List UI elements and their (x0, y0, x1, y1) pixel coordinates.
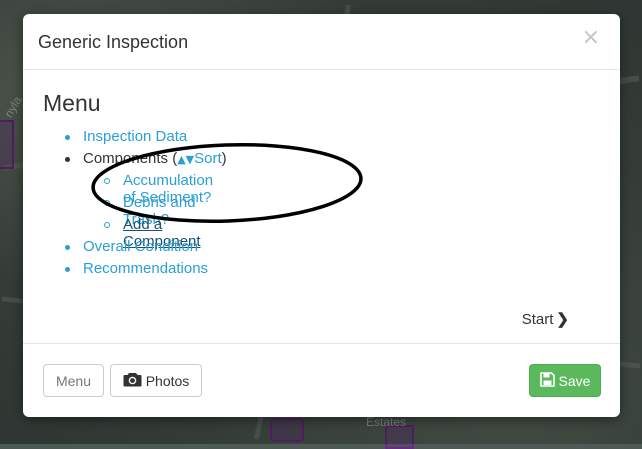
menu-item-overall-condition: Overall Condition (65, 238, 227, 260)
menu-heading: Menu (43, 90, 101, 116)
overall-condition-link[interactable]: Overall Condition (83, 238, 198, 255)
modal-body: Menu Inspection Data Components (▲▼Sort)… (23, 70, 620, 344)
modal-title: Generic Inspection (38, 32, 189, 52)
save-icon (539, 371, 555, 390)
menu-button[interactable]: Menu (43, 364, 104, 397)
camera-icon (123, 372, 142, 390)
modal-header: Generic Inspection × (23, 14, 620, 70)
photos-label: Photos (145, 372, 190, 389)
start-label: Start (521, 311, 554, 328)
save-button[interactable]: Save (529, 364, 601, 397)
chevron-right-icon: ❯ (556, 311, 569, 328)
modal-footer: Menu Photos Save (23, 343, 620, 417)
save-label: Save (558, 372, 591, 389)
hand-drawn-ellipse-annotation (91, 142, 363, 224)
inspection-modal: Generic Inspection × Menu Inspection Dat… (23, 14, 620, 417)
recommendations-link[interactable]: Recommendations (83, 260, 208, 277)
close-icon[interactable]: × (576, 26, 606, 50)
start-button[interactable]: Start ❯ (516, 309, 575, 329)
menu-item-recommendations: Recommendations (65, 260, 227, 282)
photos-button[interactable]: Photos (110, 364, 202, 397)
